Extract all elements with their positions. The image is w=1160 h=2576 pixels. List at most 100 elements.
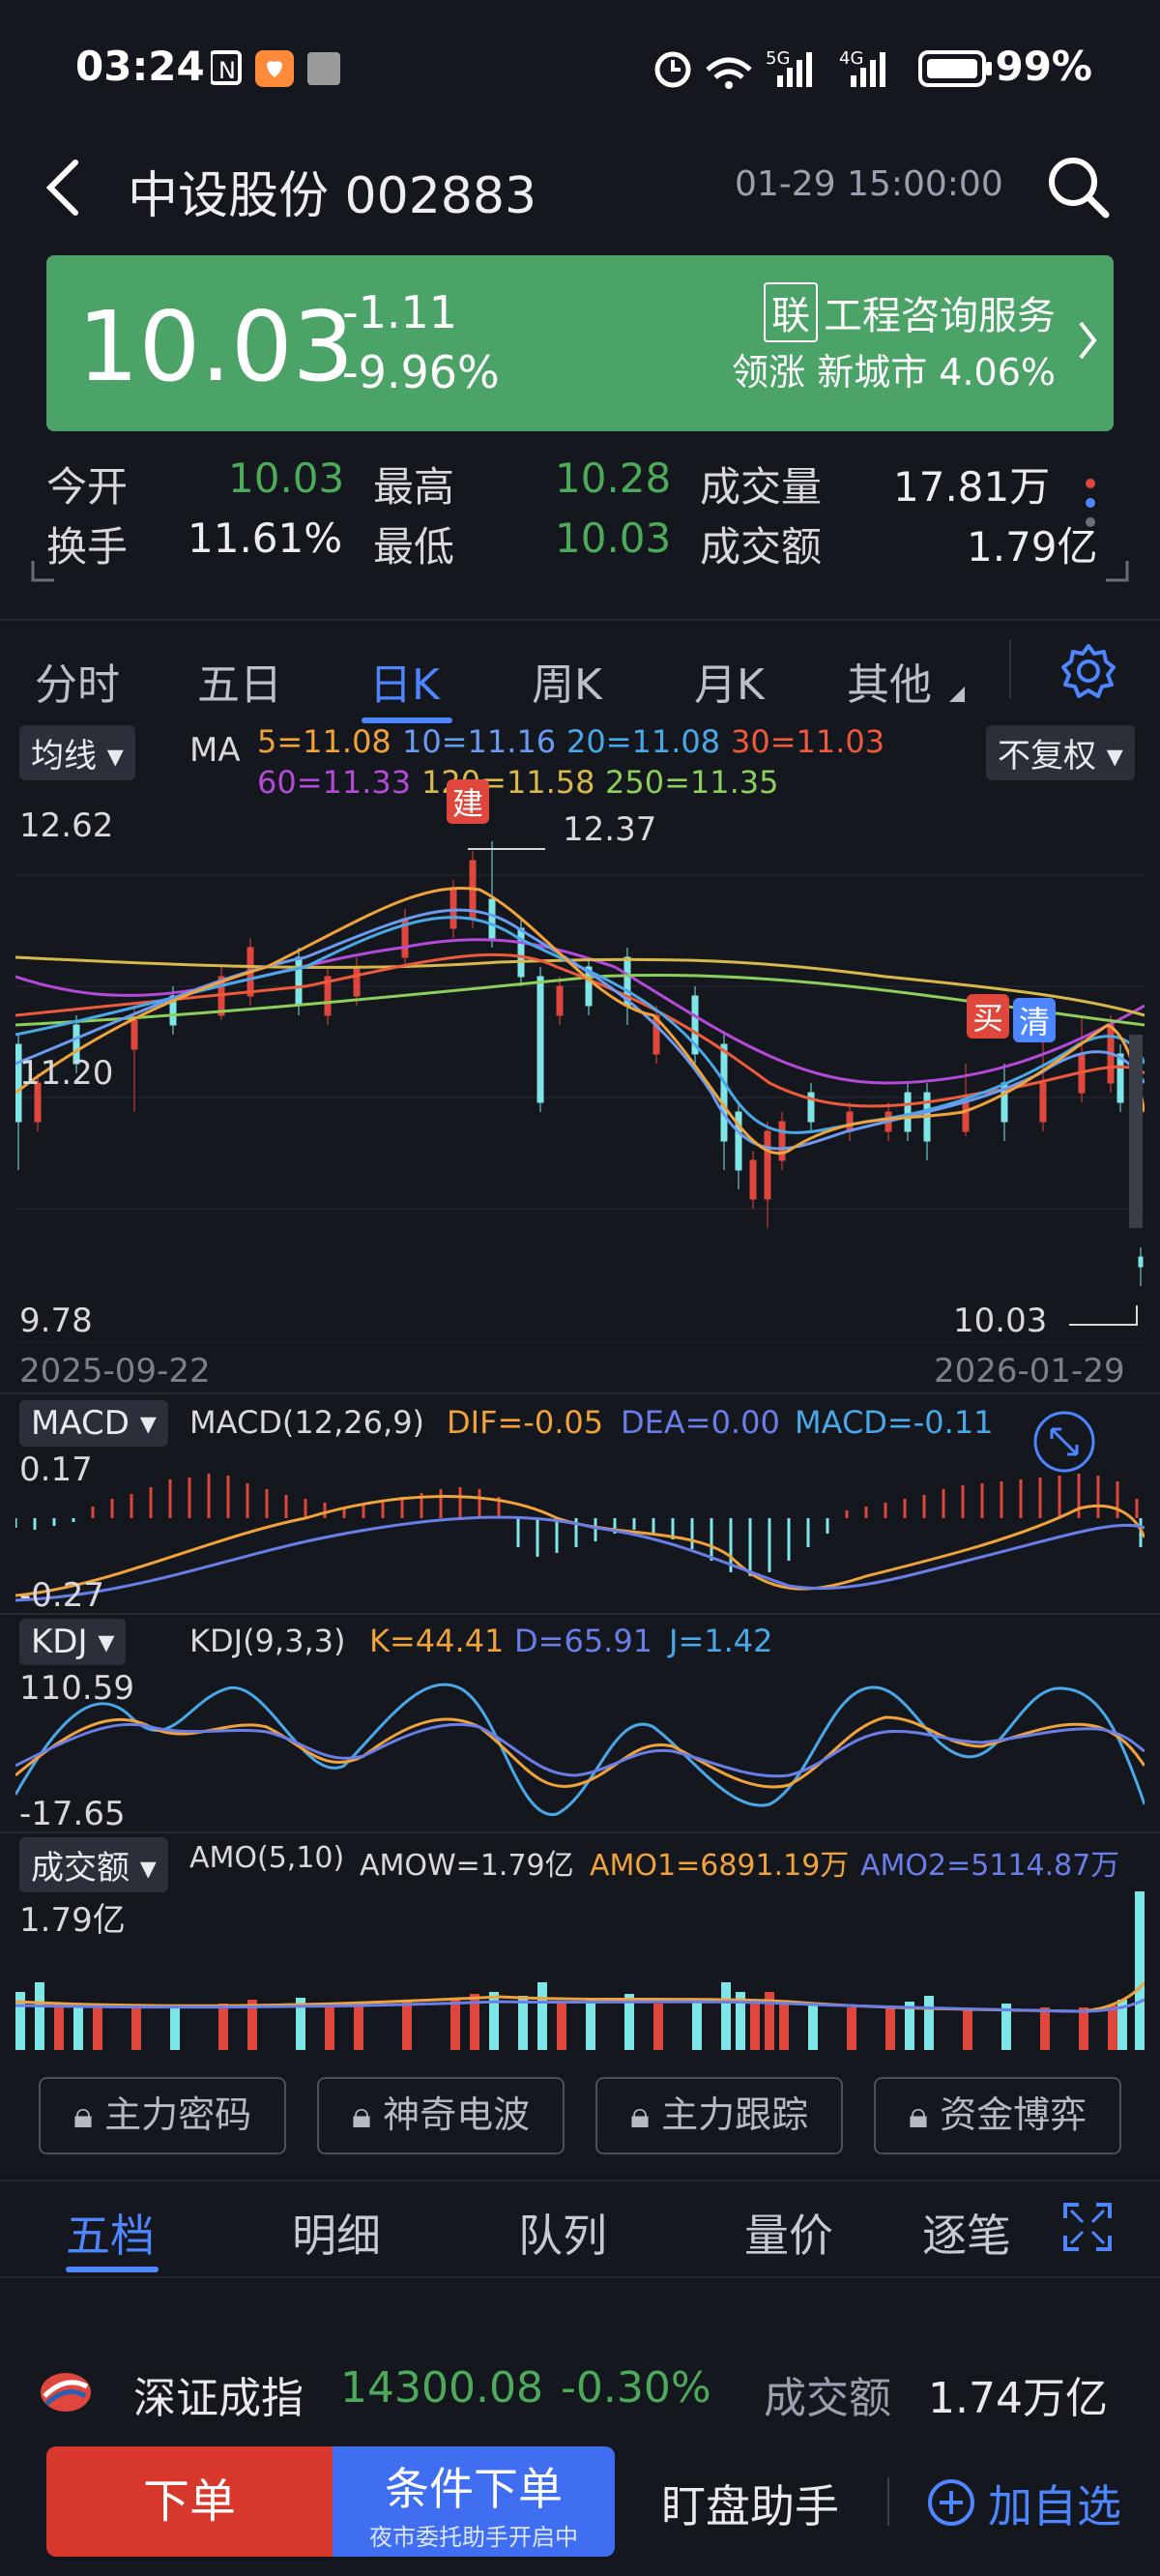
fullscreen-icon[interactable]: [1063, 2203, 1112, 2251]
kdj-selector[interactable]: KDJ ▾: [19, 1619, 127, 1665]
ma-label: MA: [189, 731, 241, 770]
divider-bottom-tabs: [0, 2180, 1160, 2181]
add-watchlist-button[interactable]: 加自选: [988, 2472, 1121, 2535]
ma250-value: 250=11.35: [605, 764, 779, 801]
lock-button-label: 主力跟踪: [661, 2093, 809, 2136]
conditional-order-label: 条件下单: [385, 2463, 563, 2515]
index-bar[interactable]: 深证成指 14300.08 -0.30% 成交额 1.74万亿: [0, 2338, 1160, 2443]
quote-datetime: 01-29 15:00:00: [735, 164, 1003, 204]
amo-amow: AMOW=1.79亿: [360, 1849, 574, 1883]
order-button[interactable]: 下单: [46, 2446, 333, 2557]
high-label: 最高: [373, 463, 455, 511]
ma5-value: 5=11.08: [257, 723, 392, 760]
amo-params: AMO(5,10): [189, 1841, 345, 1875]
index-name: 深证成指: [133, 2374, 304, 2423]
scroll-indicator[interactable]: [1129, 1035, 1143, 1228]
action-bar: 下单 条件下单 夜市委托助手开启中 盯盘助手 加自选: [0, 2443, 1160, 2576]
watch-assistant-button[interactable]: 盯盘助手: [661, 2472, 839, 2535]
index-amount-label: 成交额: [764, 2374, 891, 2423]
ma-selector[interactable]: 均线 ▾: [19, 725, 135, 780]
kdj-k-line: [15, 1715, 1145, 1789]
price-banner[interactable]: 10.03 -1.11 -9.96% 联工程咨询服务 领涨 新城市 4.06%: [46, 255, 1114, 431]
candles: [15, 841, 1144, 1286]
tab-yuek[interactable]: 月K: [694, 650, 765, 712]
adjust-selector[interactable]: 不复权 ▾: [986, 725, 1135, 780]
date-end: 2026-01-29: [934, 1352, 1125, 1390]
open-label: 今开: [46, 463, 129, 511]
clear-tag[interactable]: 清: [1013, 998, 1057, 1042]
kline-ymin: 9.78: [19, 1302, 93, 1340]
buy-tag[interactable]: 买: [967, 994, 1010, 1039]
svg-text:4G: 4G: [839, 48, 863, 69]
amo-chart: [15, 1891, 1145, 2050]
kdj-k: K=44.41: [369, 1623, 505, 1659]
tab-zhubi[interactable]: 逐笔: [922, 2201, 1011, 2265]
amo-selector-label: 成交额: [31, 1849, 130, 1888]
lock-button-label: 神奇电波: [383, 2093, 531, 2136]
low-value: 10.03: [555, 514, 672, 562]
macd-positive-bars: [91, 1474, 1139, 1518]
battery-level: 99%: [995, 43, 1092, 90]
macd-params: MACD(12,26,9): [189, 1404, 425, 1441]
kdj-j-line: [15, 1683, 1145, 1816]
tab-mingxi[interactable]: 明细: [292, 2201, 381, 2265]
ma20-value: 20=11.08: [566, 723, 721, 760]
conditional-order-button[interactable]: 条件下单 夜市委托助手开启中: [333, 2446, 615, 2557]
szse-logo-icon: [41, 2373, 91, 2412]
tab-wudang[interactable]: 五档: [66, 2201, 155, 2265]
lock-button-zijinboyi[interactable]: 🔒︎ 资金博弈: [874, 2077, 1121, 2154]
svg-text:5G: 5G: [766, 48, 790, 69]
macd-dea-line: [15, 1515, 1145, 1602]
tab-zhouk[interactable]: 周K: [532, 650, 602, 712]
kdj-j: J=1.42: [669, 1623, 773, 1659]
amo-selector[interactable]: 成交额 ▾: [19, 1837, 168, 1892]
price-change: -1.11: [342, 286, 458, 338]
period-tabs: 分时 五日 日K 周K 月K 其他: [0, 619, 1160, 727]
tab-other[interactable]: 其他: [847, 650, 932, 712]
lock-button-zhulimima[interactable]: 🔒︎ 主力密码: [39, 2077, 286, 2154]
divider-detail: [0, 2276, 1160, 2278]
industry-link[interactable]: 联工程咨询服务: [764, 282, 1056, 342]
tab-fenshi[interactable]: 分时: [35, 650, 120, 712]
tab-liangjia[interactable]: 量价: [744, 2201, 833, 2265]
notification-icons: N: [211, 50, 340, 87]
expand-corners[interactable]: [31, 559, 1129, 584]
settings-gear-icon[interactable]: [1059, 642, 1117, 700]
amo-bars: [15, 1891, 1145, 2050]
tab-duilie[interactable]: 队列: [518, 2201, 607, 2265]
macd-ymax: 0.17: [19, 1450, 93, 1489]
more-dots-icon[interactable]: [1081, 474, 1100, 551]
conditional-order-sub: 夜市委托助手开启中: [369, 2524, 578, 2551]
volume-value: 17.81万: [893, 463, 1051, 511]
volume-label: 成交量: [700, 463, 823, 511]
macd-selector[interactable]: MACD ▾: [19, 1400, 168, 1447]
high-value: 10.28: [555, 454, 672, 502]
kline-chart[interactable]: [15, 803, 1145, 1342]
lock-button-zhuligenzong[interactable]: 🔒︎ 主力跟踪: [595, 2077, 843, 2154]
industry-tag: 联: [764, 282, 818, 342]
tab-rik[interactable]: 日K: [369, 650, 440, 712]
amo-amo1: AMO1=6891.19万: [590, 1849, 850, 1883]
kdj-ymin: -17.65: [19, 1795, 126, 1833]
status-bar: 03:24 N 5G 4G 99%: [0, 0, 1160, 135]
jian-tag[interactable]: 建: [447, 779, 490, 824]
kdj-d: D=65.91: [514, 1623, 653, 1659]
divider-macd: [0, 1392, 1160, 1394]
action-divider: [887, 2477, 889, 2526]
index-value: 14300.08: [340, 2363, 543, 2413]
kdj-selector-label: KDJ: [31, 1623, 88, 1661]
industry-name: 工程咨询服务: [824, 294, 1056, 338]
svg-text:N: N: [218, 57, 236, 84]
back-icon[interactable]: [41, 157, 85, 219]
kdj-ymax: 110.59: [19, 1669, 134, 1708]
page-title: 中设股份 002883: [128, 167, 537, 225]
ma10-value: 10=11.16: [402, 723, 557, 760]
search-icon[interactable]: [1044, 153, 1112, 220]
kdj-params: KDJ(9,3,3): [189, 1623, 346, 1659]
dropdown-triangle-icon: [949, 687, 965, 702]
lock-button-shenqidianbo[interactable]: 🔒︎ 神奇电波: [317, 2077, 565, 2154]
add-circle-icon[interactable]: [926, 2477, 976, 2528]
leader-value: 新城市 4.06%: [817, 351, 1056, 394]
macd-dea: DEA=0.00: [621, 1404, 780, 1441]
tab-wuri[interactable]: 五日: [197, 650, 282, 712]
